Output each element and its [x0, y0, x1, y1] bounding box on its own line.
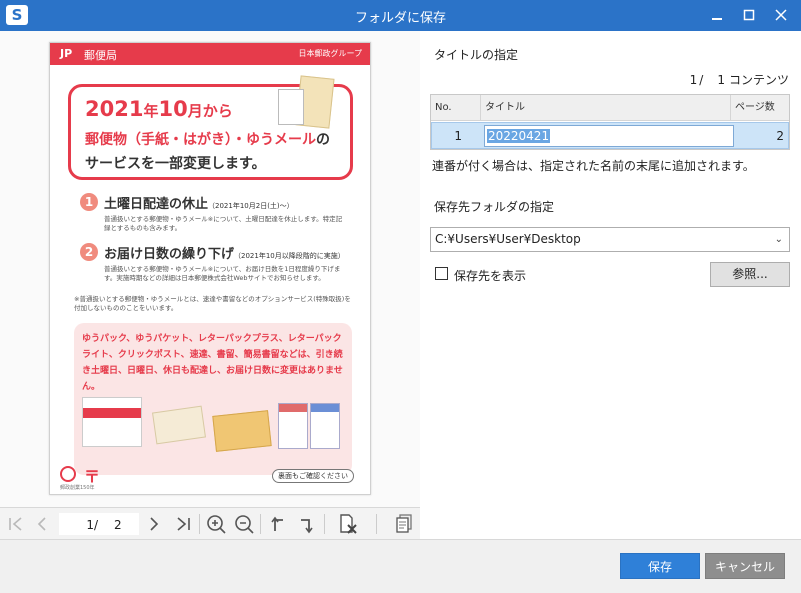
column-header-no[interactable]: No. [431, 95, 481, 121]
first-page-button[interactable] [3, 512, 27, 536]
page-counter[interactable]: 1 / 2 [59, 513, 139, 535]
table-header-row: No. タイトル ページ数 [431, 95, 789, 121]
selected-title-text: 20220421 [487, 129, 551, 143]
zoom-in-icon [207, 515, 226, 534]
parcel-illustration [212, 410, 272, 452]
packet-illustration [152, 405, 206, 445]
letterpack-illustration [278, 403, 308, 449]
close-button[interactable] [768, 4, 794, 26]
unchanged-services-text: ゆうパック、ゆうパケット、レターパックプラス、レターパックライト、クリックポスト… [82, 334, 343, 392]
footnote: ※普通扱いとする郵便物・ゆうメールとは、速達や書留などのオプションサービス(特殊… [74, 295, 351, 312]
postcard-illustration [278, 89, 304, 125]
title-section-label: タイトルの指定 [434, 48, 519, 62]
current-page: 1 [86, 518, 94, 532]
column-header-title[interactable]: タイトル [481, 95, 731, 121]
back-side-note: 裏面もご確認ください [272, 469, 354, 483]
anniversary-label: 郵政創業150年 [60, 485, 95, 491]
folder-path-value: C:¥Users¥User¥Desktop [435, 232, 581, 246]
previous-page-button[interactable] [30, 512, 54, 536]
zoom-out-icon [235, 515, 254, 534]
toolbar-divider [324, 514, 325, 534]
item-title: 土曜日配達の休止（2021年10月2日(土)〜） [104, 197, 294, 212]
minimize-button[interactable] [704, 4, 730, 26]
minimize-icon [712, 18, 722, 20]
folder-section-label: 保存先フォルダの指定 [434, 200, 555, 214]
preview-pane: JP 郵便局 日本郵政グループ 2021年10月から 郵便物（手紙・はがき）・ゆ… [0, 31, 420, 539]
dialog-button-bar: 保存 キャンセル [0, 539, 801, 593]
toolbar-divider [199, 514, 200, 534]
item-title: お届け日数の繰り下げ（2021年10月以降段階的に実施） [104, 247, 345, 262]
headline-line-3: サービスを一部変更します。 [85, 156, 266, 172]
letterpack-light-illustration [310, 403, 340, 449]
headline-line-1: 2021年10月から [85, 97, 233, 121]
pages-view-button[interactable] [392, 512, 416, 536]
settings-pane: タイトルの指定 1/1 コンテンツ No. タイトル ページ数 1 2022042… [420, 31, 801, 539]
title-table: No. タイトル ページ数 1 20220421 2 [430, 94, 790, 150]
page-preview[interactable]: JP 郵便局 日本郵政グループ 2021年10月から 郵便物（手紙・はがき）・ゆ… [49, 42, 371, 495]
page-separator: / [94, 518, 99, 532]
title-bar: S フォルダに保存 [0, 0, 801, 31]
item-number-badge: 1 [80, 193, 98, 211]
page-header-band: JP 郵便局 日本郵政グループ [50, 43, 370, 65]
chevron-down-icon: ⌄ [774, 234, 783, 245]
post-office-label: 郵便局 [84, 49, 117, 62]
folder-path-select[interactable]: C:¥Users¥User¥Desktop ⌄ [430, 227, 790, 252]
item-number-badge: 2 [80, 243, 98, 261]
zoom-in-button[interactable] [204, 512, 228, 536]
table-row[interactable]: 1 20220421 2 [431, 122, 789, 149]
headline-line-2: 郵便物（手紙・はがき）・ゆうメールの [85, 132, 330, 148]
column-header-pages[interactable]: ページ数 [731, 95, 791, 121]
show-destination-label[interactable]: 保存先を表示 [454, 267, 526, 284]
zoom-out-button[interactable] [232, 512, 256, 536]
group-label: 日本郵政グループ [298, 49, 362, 58]
rotate-left-icon [271, 516, 283, 531]
rotate-right-button[interactable] [294, 512, 318, 536]
title-edit-field[interactable]: 20220421 [484, 125, 734, 147]
close-icon [775, 9, 787, 21]
yupack-box-illustration [82, 397, 142, 447]
delete-page-button[interactable] [336, 512, 360, 536]
preview-area: JP 郵便局 日本郵政グループ 2021年10月から 郵便物（手紙・はがき）・ゆ… [0, 31, 420, 507]
anniversary-logo-icon [60, 466, 76, 482]
pages-view-icon [396, 514, 412, 533]
item-description: 普通扱いとする郵便物・ゆうメール※について、お届け日数を1日程度繰り下げます。実… [104, 265, 341, 282]
next-page-icon [150, 517, 159, 531]
next-page-button[interactable] [142, 512, 166, 536]
first-page-icon [9, 517, 22, 531]
rotate-right-icon [301, 519, 313, 534]
unchanged-services-box: ゆうパック、ゆうパケット、レターパックプラス、レターパックライト、クリックポスト… [74, 323, 352, 475]
toolbar-divider [376, 514, 377, 534]
total-pages: 2 [114, 518, 122, 532]
content-count: 1/1 コンテンツ [689, 73, 789, 87]
preview-toolbar: 1 / 2 [0, 507, 420, 539]
maximize-icon [743, 9, 755, 21]
row-number: 1 [454, 129, 462, 143]
window-title: フォルダに保存 [354, 11, 446, 26]
maximize-button[interactable] [736, 4, 762, 26]
numbering-hint: 連番が付く場合は、指定された名前の末尾に追加されます。 [432, 159, 755, 173]
save-button[interactable]: 保存 [620, 553, 700, 579]
last-page-button[interactable] [172, 512, 196, 536]
previous-page-icon [37, 517, 46, 531]
browse-button[interactable]: 参照... [710, 262, 790, 287]
page-count: 2 [776, 129, 784, 143]
item-description: 普通扱いとする郵便物・ゆうメール※について、土曜日配達を休止します。特定記録とす… [104, 215, 343, 232]
show-destination-checkbox[interactable] [435, 267, 448, 280]
delete-page-icon [340, 514, 357, 534]
rotate-left-button[interactable] [266, 512, 290, 536]
jp-logo: JP [60, 47, 73, 60]
toolbar-divider [260, 514, 261, 534]
last-page-icon [177, 517, 190, 531]
headline-box: 2021年10月から 郵便物（手紙・はがき）・ゆうメールの サービスを一部変更し… [68, 75, 353, 180]
cancel-button[interactable]: キャンセル [705, 553, 785, 579]
